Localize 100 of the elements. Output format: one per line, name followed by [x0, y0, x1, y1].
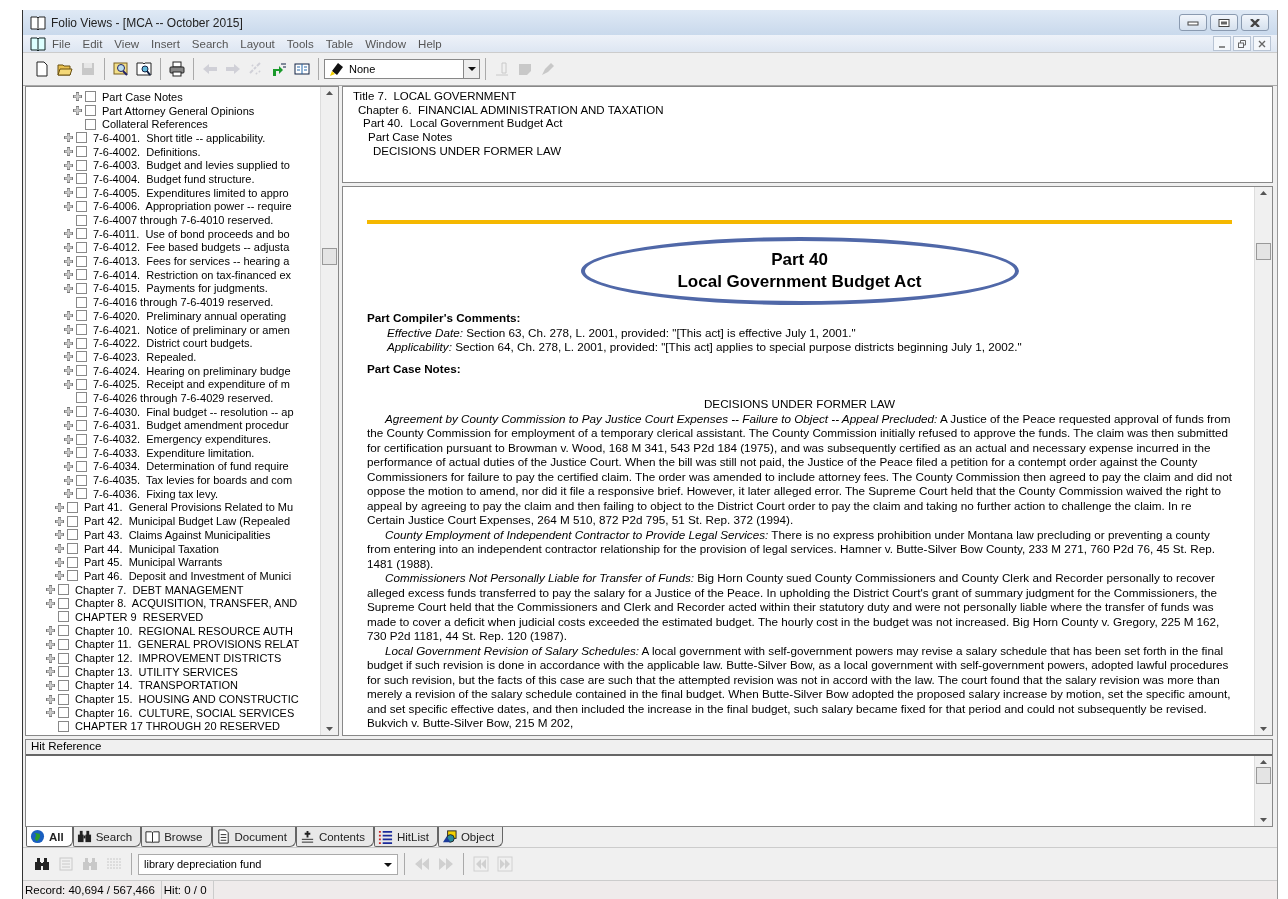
tree-item[interactable]: 7-6-4005. Expenditures limited to appro — [93, 186, 289, 199]
tab[interactable]: All — [26, 827, 73, 847]
checkbox[interactable] — [58, 720, 69, 732]
menu-item[interactable]: File — [46, 37, 77, 50]
tree-item[interactable]: 7-6-4026 through 7-6-4029 reserved. — [93, 391, 274, 404]
tree-item[interactable]: 7-6-4022. District court budgets. — [93, 337, 253, 350]
checkbox[interactable] — [67, 529, 78, 541]
maximize-button[interactable] — [1210, 14, 1238, 31]
expand-icon[interactable] — [64, 407, 73, 417]
checkbox[interactable] — [76, 132, 87, 144]
tree-item[interactable]: 7-6-4013. Fees for services -- hearing a — [93, 255, 290, 268]
tree-item[interactable]: 7-6-4011. Use of bond proceeds and bo — [93, 227, 290, 240]
expand-icon[interactable] — [64, 366, 73, 376]
expand-icon[interactable] — [46, 585, 55, 595]
expand-icon[interactable] — [64, 242, 73, 252]
checkbox[interactable] — [76, 324, 87, 336]
expand-icon[interactable] — [73, 106, 82, 116]
menu-item[interactable]: Window — [359, 37, 413, 50]
minimize-button[interactable] — [1213, 36, 1231, 51]
tree-item[interactable]: Chapter 12. IMPROVEMENT DISTRICTS — [75, 652, 282, 665]
tree-item[interactable]: Chapter 14. TRANSPORTATION — [75, 679, 238, 692]
expand-icon[interactable] — [64, 311, 73, 321]
expand-icon[interactable] — [64, 229, 73, 239]
checkbox[interactable] — [58, 597, 69, 609]
checkbox[interactable] — [76, 310, 87, 322]
menu-item[interactable]: View — [108, 37, 146, 50]
scrollbar[interactable] — [1254, 756, 1272, 826]
expand-icon[interactable] — [64, 420, 73, 430]
tree-item[interactable]: Collateral References — [102, 118, 208, 131]
checkbox[interactable] — [76, 241, 87, 253]
expand-icon[interactable] — [64, 133, 73, 143]
tree-item[interactable]: 7-6-4033. Expenditure limitation. — [93, 446, 255, 459]
checkbox[interactable] — [58, 584, 69, 596]
expand-icon[interactable] — [55, 544, 64, 554]
expand-icon[interactable] — [64, 489, 73, 499]
checkbox[interactable] — [67, 570, 78, 582]
expand-icon[interactable] — [55, 530, 64, 540]
printer-button[interactable] — [166, 58, 188, 80]
tree-item[interactable]: 7-6-4014. Restriction on tax-financed ex — [93, 268, 292, 281]
menu-item[interactable]: Search — [185, 37, 235, 50]
dropdown-arrow-icon[interactable] — [384, 862, 392, 867]
checkbox[interactable] — [76, 228, 87, 240]
search-query-field[interactable]: library depreciation fund — [138, 853, 398, 875]
expand-icon[interactable] — [46, 708, 55, 718]
close-button[interactable] — [1253, 36, 1271, 51]
expand-icon[interactable] — [55, 557, 64, 567]
checkbox[interactable] — [76, 255, 87, 267]
checkbox[interactable] — [76, 460, 87, 472]
checkbox[interactable] — [76, 187, 87, 199]
expand-icon[interactable] — [46, 653, 55, 663]
checkbox[interactable] — [58, 625, 69, 637]
expand-icon[interactable] — [55, 516, 64, 526]
expand-icon[interactable] — [64, 338, 73, 348]
tree-item[interactable]: 7-6-4020. Preliminary annual operating — [93, 309, 287, 322]
breadcrumb-line[interactable]: Title 7. LOCAL GOVERNMENT — [343, 90, 1272, 104]
expand-icon[interactable] — [64, 188, 73, 198]
expand-icon[interactable] — [64, 434, 73, 444]
tree-item[interactable]: Part 45. Municipal Warrants — [84, 556, 223, 569]
tree-item[interactable]: Chapter 7. DEBT MANAGEMENT — [75, 583, 244, 596]
tree-item[interactable]: 7-6-4031. Budget amendment procedur — [93, 419, 289, 432]
checkbox[interactable] — [58, 638, 69, 650]
tree-item[interactable]: 7-6-4007 through 7-6-4010 reserved. — [93, 214, 274, 227]
checkbox[interactable] — [76, 200, 87, 212]
expand-icon[interactable] — [46, 639, 55, 649]
expand-icon[interactable] — [64, 448, 73, 458]
scroll-up-icon[interactable] — [1260, 191, 1267, 195]
checkbox[interactable] — [76, 447, 87, 459]
expand-icon[interactable] — [64, 270, 73, 280]
expand-icon[interactable] — [64, 256, 73, 266]
tab[interactable]: Browse — [141, 827, 212, 847]
tree-item[interactable]: Chapter 11. GENERAL PROVISIONS RELAT — [75, 638, 300, 651]
expand-icon[interactable] — [55, 571, 64, 581]
tree-item[interactable]: 7-6-4034. Determination of fund require — [93, 460, 289, 473]
checkbox[interactable] — [67, 556, 78, 568]
tree-item[interactable]: Chapter 13. UTILITY SERVICES — [75, 665, 238, 678]
tree-item[interactable]: 7-6-4021. Notice of preliminary or amen — [93, 323, 290, 336]
checkbox[interactable] — [76, 433, 87, 445]
scroll-down-icon[interactable] — [1260, 727, 1267, 731]
tree-item[interactable]: 7-6-4016 through 7-6-4019 reserved. — [93, 296, 274, 309]
checkbox[interactable] — [58, 611, 69, 623]
menu-item[interactable]: Help — [412, 37, 448, 50]
scroll-thumb[interactable] — [1256, 767, 1271, 784]
tree-item[interactable]: Chapter 10. REGIONAL RESOURCE AUTH — [75, 624, 293, 637]
tree-item[interactable]: 7-6-4002. Definitions. — [93, 145, 201, 158]
expand-icon[interactable] — [64, 379, 73, 389]
scroll-thumb[interactable] — [1256, 243, 1271, 260]
tree-item[interactable]: Part 44. Municipal Taxation — [84, 542, 219, 555]
expand-icon[interactable] — [64, 201, 73, 211]
tree-item[interactable]: 7-6-4012. Fee based budgets -- adjusta — [93, 241, 290, 254]
checkbox[interactable] — [76, 378, 87, 390]
tree-item[interactable]: 7-6-4030. Final budget -- resolution -- ap — [93, 405, 294, 418]
tree-item[interactable]: 7-6-4032. Emergency expenditures. — [93, 433, 271, 446]
checkbox[interactable] — [76, 159, 87, 171]
tree-item[interactable]: CHAPTER 9 RESERVED — [75, 610, 204, 623]
checkbox[interactable] — [76, 419, 87, 431]
checkbox[interactable] — [76, 365, 87, 377]
scroll-up-icon[interactable] — [326, 91, 333, 95]
checkbox[interactable] — [85, 91, 96, 103]
menu-item[interactable]: Table — [319, 37, 360, 50]
menu-item[interactable]: Insert — [145, 37, 186, 50]
